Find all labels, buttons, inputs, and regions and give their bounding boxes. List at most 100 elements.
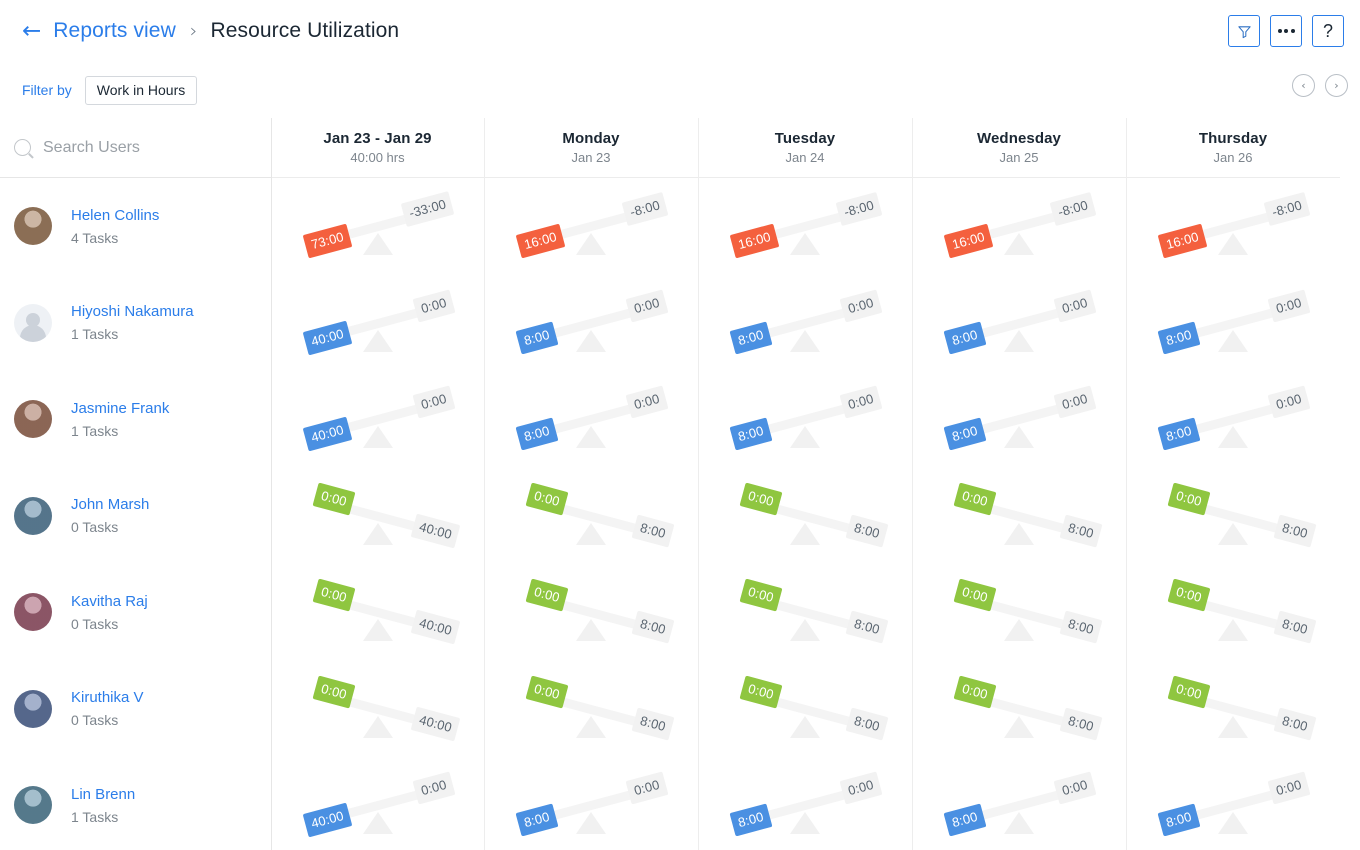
logged-hours-badge: 0:00	[953, 578, 997, 612]
utilization-cell[interactable]: 8:00 0:00	[1126, 275, 1340, 372]
utilization-cell[interactable]: 0:00 8:00	[912, 564, 1126, 661]
balance-scale-icon: 8:00 0:00	[515, 384, 669, 454]
previous-period-button[interactable]: ‹	[1292, 74, 1315, 97]
scale-fulcrum	[576, 522, 606, 545]
filter-button[interactable]	[1228, 15, 1260, 47]
column-header-subtitle: Jan 25	[999, 150, 1039, 165]
user-cell: Helen Collins 4 Tasks	[0, 178, 271, 275]
scale-fulcrum	[1218, 715, 1248, 738]
user-info: Lin Brenn 1 Tasks	[71, 786, 135, 825]
scale-fulcrum	[362, 715, 393, 738]
utilization-cell[interactable]: 8:00 0:00	[1126, 757, 1340, 850]
user-cell: Lin Brenn 1 Tasks	[0, 757, 271, 850]
logged-hours-badge: 0:00	[525, 482, 569, 516]
logged-hours-badge: 8:00	[1157, 321, 1201, 355]
available-hours-badge: 8:00	[1059, 707, 1103, 741]
logged-hours-badge: 8:00	[515, 321, 559, 355]
utilization-cell[interactable]: 0:00 8:00	[698, 661, 912, 758]
utilization-cell[interactable]: 16:00 -8:00	[1126, 178, 1340, 275]
utilization-cell[interactable]: 0:00 8:00	[912, 468, 1126, 565]
breadcrumb-separator: ›	[189, 20, 198, 42]
scale-fulcrum	[576, 715, 606, 738]
utilization-cell[interactable]: 8:00 0:00	[912, 371, 1126, 468]
utilization-cell[interactable]: 16:00 -8:00	[912, 178, 1126, 275]
utilization-cell[interactable]: 40:00 0:00	[271, 371, 484, 468]
user-info: Helen Collins 4 Tasks	[71, 207, 159, 246]
logged-hours-badge: 16:00	[729, 223, 780, 259]
more-options-icon	[1277, 29, 1295, 33]
available-hours-badge: 0:00	[1053, 289, 1097, 323]
column-header-tuesday: Tuesday Jan 24	[698, 118, 912, 178]
utilization-cell[interactable]: 40:00 0:00	[271, 757, 484, 850]
utilization-cell[interactable]: 0:00 8:00	[912, 661, 1126, 758]
available-hours-badge: 0:00	[839, 771, 883, 805]
scale-fulcrum	[576, 812, 606, 835]
available-hours-badge: 0:00	[625, 771, 669, 805]
user-name-link[interactable]: Lin Brenn	[71, 786, 135, 805]
user-name-link[interactable]: Helen Collins	[71, 207, 159, 226]
help-button[interactable]: ?	[1312, 15, 1344, 47]
utilization-cell[interactable]: 8:00 0:00	[698, 371, 912, 468]
filter-chip-work-in-hours[interactable]: Work in Hours	[84, 75, 198, 105]
available-hours-badge: 8:00	[1273, 514, 1317, 548]
utilization-cell[interactable]: 8:00 0:00	[912, 757, 1126, 850]
utilization-cell[interactable]: 0:00 8:00	[484, 564, 698, 661]
scale-fulcrum	[1004, 715, 1034, 738]
utilization-cell[interactable]: 8:00 0:00	[484, 757, 698, 850]
balance-scale-icon: 0:00 8:00	[516, 577, 675, 647]
utilization-cell[interactable]: 8:00 0:00	[484, 371, 698, 468]
breadcrumb-parent-link[interactable]: Reports view	[53, 19, 176, 43]
user-name-link[interactable]: John Marsh	[71, 496, 149, 515]
user-info: Jasmine Frank 1 Tasks	[71, 400, 169, 439]
utilization-cell[interactable]: 8:00 0:00	[484, 275, 698, 372]
utilization-cell[interactable]: 0:00 8:00	[484, 661, 698, 758]
utilization-cell[interactable]: 16:00 -8:00	[698, 178, 912, 275]
grid-header-row: Search Users Jan 23 - Jan 29 40:00 hrs Mon…	[0, 118, 1360, 178]
utilization-cell[interactable]: 8:00 0:00	[1126, 371, 1340, 468]
logged-hours-badge: 0:00	[739, 578, 783, 612]
next-period-button[interactable]: ›	[1325, 74, 1348, 97]
scale-fulcrum	[790, 812, 820, 835]
balance-scale-icon: 8:00 0:00	[729, 770, 883, 840]
user-cell: Kiruthika V 0 Tasks	[0, 661, 271, 758]
utilization-cell[interactable]: 0:00 8:00	[484, 468, 698, 565]
available-hours-badge: 0:00	[412, 385, 455, 419]
utilization-cell[interactable]: 0:00 40:00	[271, 468, 484, 565]
back-arrow-icon[interactable]: ←	[22, 19, 41, 43]
utilization-cell[interactable]: 16:00 -8:00	[484, 178, 698, 275]
logged-hours-badge: 0:00	[953, 482, 997, 516]
logged-hours-badge: 8:00	[515, 803, 559, 837]
scale-fulcrum	[362, 329, 393, 352]
available-hours-badge: 0:00	[1053, 771, 1097, 805]
utilization-cell[interactable]: 0:00 8:00	[698, 468, 912, 565]
utilization-cell[interactable]: 8:00 0:00	[698, 275, 912, 372]
available-hours-badge: 40:00	[411, 609, 461, 645]
page-title: Resource Utilization	[210, 19, 400, 42]
utilization-cell[interactable]: 0:00 8:00	[1126, 468, 1340, 565]
top-bar: ← Reports view › Resource Utilization ?	[0, 0, 1360, 62]
utilization-cell[interactable]: 0:00 8:00	[1126, 661, 1340, 758]
user-name-link[interactable]: Jasmine Frank	[71, 400, 169, 419]
user-name-link[interactable]: Hiyoshi Nakamura	[71, 303, 194, 322]
utilization-cell[interactable]: 0:00 40:00	[271, 564, 484, 661]
logged-hours-badge: 40:00	[302, 416, 352, 452]
utilization-cell[interactable]: 0:00 40:00	[271, 661, 484, 758]
utilization-cell[interactable]: 40:00 0:00	[271, 275, 484, 372]
search-users-field[interactable]: Search Users	[0, 118, 271, 178]
utilization-cell[interactable]: 8:00 0:00	[912, 275, 1126, 372]
filter-by-label: Filter by	[22, 82, 72, 98]
scale-fulcrum	[1004, 233, 1034, 256]
utilization-cell[interactable]: 0:00 8:00	[698, 564, 912, 661]
utilization-cell[interactable]: 0:00 8:00	[1126, 564, 1340, 661]
logged-hours-badge: 8:00	[1157, 417, 1201, 451]
balance-scale-icon: 0:00 40:00	[303, 674, 461, 744]
more-options-button[interactable]	[1270, 15, 1302, 47]
user-name-link[interactable]: Kiruthika V	[71, 689, 144, 708]
user-name-link[interactable]: Kavitha Raj	[71, 593, 148, 612]
available-hours-badge: 40:00	[411, 513, 461, 549]
resource-utilization-grid: Search Users Jan 23 - Jan 29 40:00 hrs Mon…	[0, 118, 1360, 850]
logged-hours-badge: 0:00	[312, 675, 355, 709]
utilization-cell[interactable]: 8:00 0:00	[698, 757, 912, 850]
available-hours-badge: -33:00	[400, 191, 455, 228]
utilization-cell[interactable]: 73:00 -33:00	[271, 178, 484, 275]
